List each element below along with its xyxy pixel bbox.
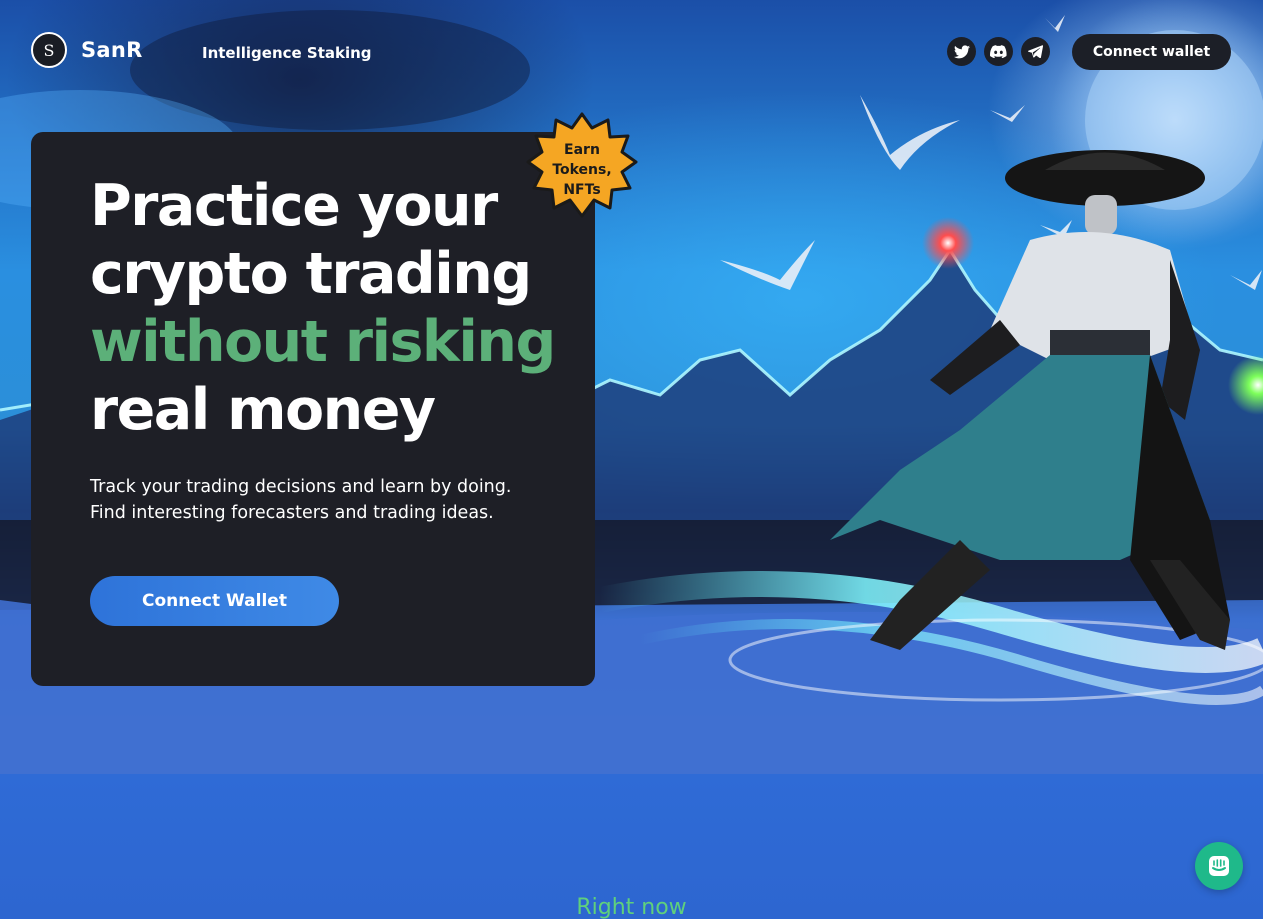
twitter-link[interactable] [947,37,976,66]
badge-text: Earn Tokens, NFTs [526,140,638,200]
hero-card: Practice your crypto trading without ris… [31,132,595,686]
telegram-link[interactable] [1021,37,1050,66]
brand-name: SanR [81,38,143,62]
telegram-icon [1028,45,1043,58]
twitter-icon [953,44,970,58]
subtitle-line-2: Find interesting forecasters and trading… [90,503,494,523]
subtitle-line-1: Track your trading decisions and learn b… [90,477,512,497]
headline-line-4: real money [90,377,436,443]
logo[interactable]: S SanR [31,32,143,68]
hero-subtitle: Track your trading decisions and learn b… [90,474,560,526]
discord-icon [990,45,1007,58]
badge-line-2: Tokens, [552,162,612,178]
badge-line-3: NFTs [563,182,601,198]
discord-link[interactable] [984,37,1013,66]
section-heading: Right now [576,895,687,919]
social-links [947,37,1050,66]
nav-intelligence-staking[interactable]: Intelligence Staking [202,44,372,62]
connect-wallet-header-button[interactable]: Connect wallet [1072,34,1231,70]
badge-line-1: Earn [564,142,600,158]
headline-line-2: crypto trading [90,241,532,307]
headline-accent: without risking [90,309,556,375]
hero-headline: Practice your crypto trading without ris… [90,172,570,444]
connect-wallet-cta-button[interactable]: Connect Wallet [90,576,339,626]
logo-mark: S [31,32,67,68]
chat-icon [1209,856,1229,876]
headline-line-1: Practice your [90,173,498,239]
chat-widget-button[interactable] [1195,842,1243,890]
earn-tokens-badge: Earn Tokens, NFTs [526,112,638,220]
